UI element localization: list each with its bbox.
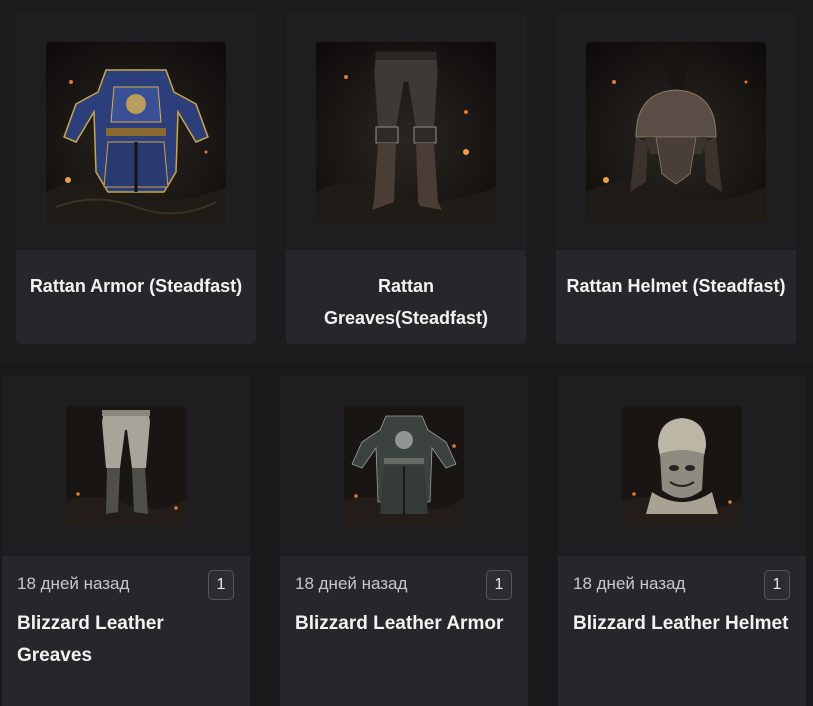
item-card-rattan-helmet[interactable]: Rattan Helmet (Steadfast) — [556, 12, 796, 344]
item-date: 18 дней назад — [573, 574, 686, 593]
item-count-badge: 1 — [208, 570, 234, 600]
item-name: Blizzard Leather Helmet — [573, 613, 789, 634]
item-title: Rattan Greaves(Steadfast) — [323, 276, 489, 328]
item-card-blizzard-leather-greaves[interactable]: 18 дней назад 1 Blizzard Leather Greaves — [2, 376, 250, 706]
greaves-icon — [316, 42, 496, 222]
item-image-area — [556, 12, 796, 250]
item-image-area — [2, 376, 250, 556]
item-info: 18 дней назад 1 Blizzard Leather Armor — [280, 556, 528, 706]
item-card-blizzard-leather-helmet[interactable]: 18 дней назад 1 Blizzard Leather Helmet — [558, 376, 806, 706]
item-grid-page: Rattan Armor (Steadfast) Rattan Greaves(… — [0, 0, 813, 706]
item-date: 18 дней назад — [295, 574, 408, 593]
item-image-area — [280, 376, 528, 556]
item-name: Blizzard Leather Greaves — [17, 613, 164, 666]
helmet-icon — [586, 42, 766, 222]
item-count-badge: 1 — [486, 570, 512, 600]
item-name: Blizzard Leather Armor — [295, 613, 504, 634]
item-card-rattan-greaves[interactable]: Rattan Greaves(Steadfast) — [286, 12, 526, 344]
leather-helmet-icon — [622, 406, 742, 526]
item-title: Rattan Helmet (Steadfast) — [566, 276, 786, 296]
item-info: 18 дней назад 1 Blizzard Leather Greaves — [2, 556, 250, 706]
leather-armor-icon — [344, 406, 464, 526]
item-date: 18 дней назад — [17, 574, 130, 593]
item-count-badge: 1 — [764, 570, 790, 600]
item-image-area — [558, 376, 806, 556]
leather-greaves-icon — [66, 406, 186, 526]
item-card-rattan-armor[interactable]: Rattan Armor (Steadfast) — [16, 12, 256, 344]
item-image-area — [286, 12, 526, 250]
item-title: Rattan Armor (Steadfast) — [29, 276, 243, 296]
armor-icon — [46, 42, 226, 222]
item-image-area — [16, 12, 256, 250]
item-card-blizzard-leather-armor[interactable]: 18 дней назад 1 Blizzard Leather Armor — [280, 376, 528, 706]
item-info: 18 дней назад 1 Blizzard Leather Helmet — [558, 556, 806, 706]
